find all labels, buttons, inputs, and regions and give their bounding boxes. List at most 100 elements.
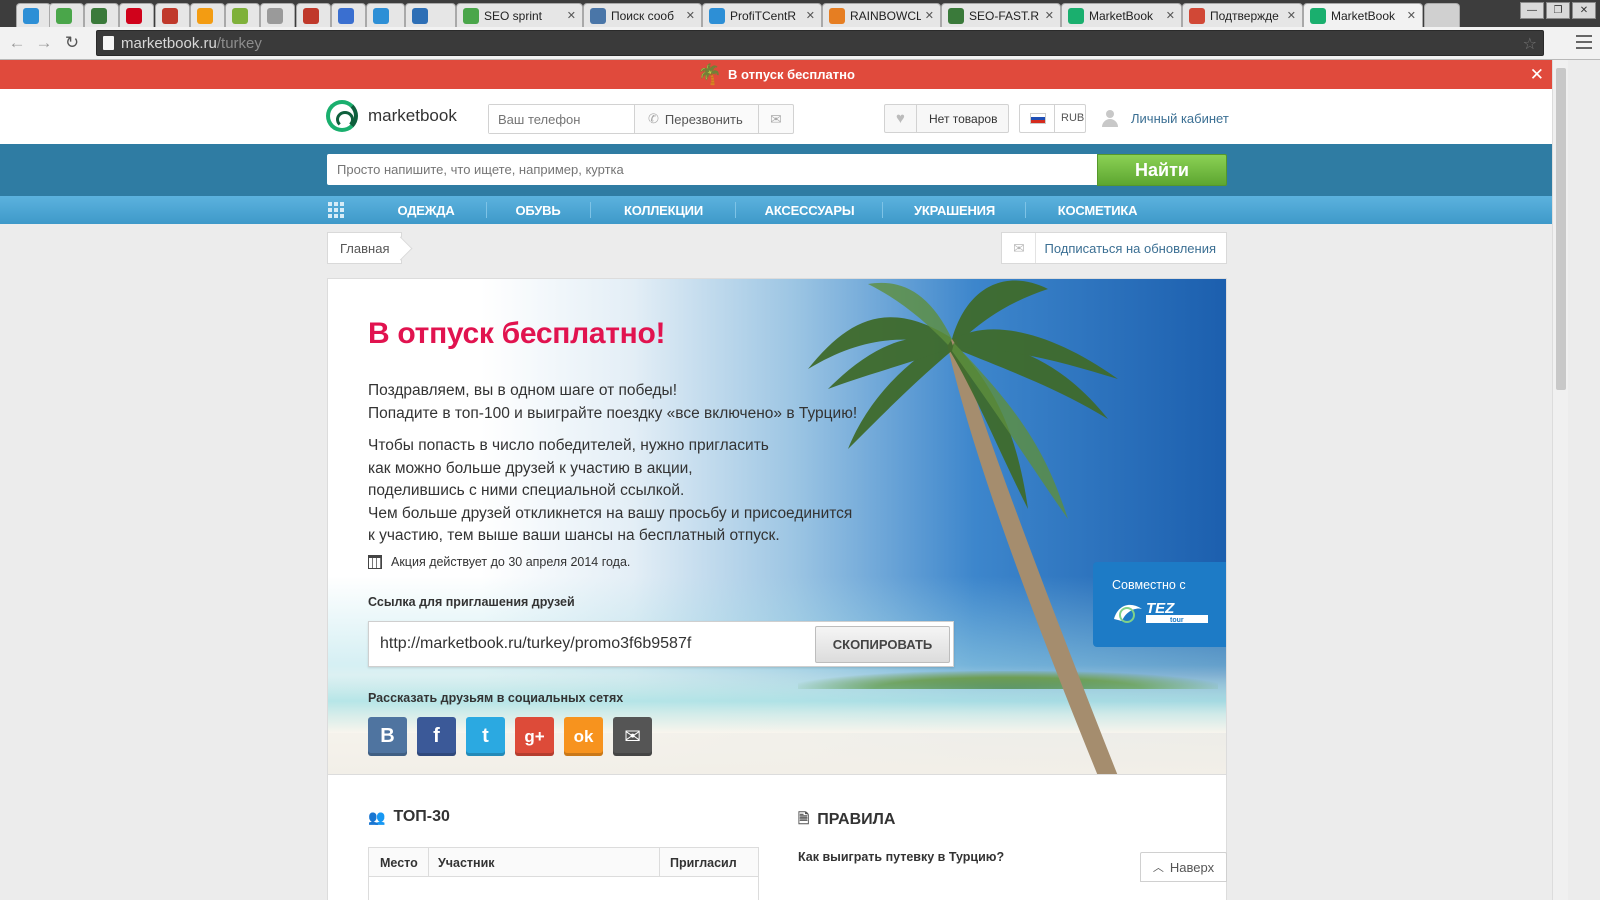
russia-flag-icon [1030,113,1046,124]
close-tab-icon[interactable]: ✕ [1166,9,1175,22]
browser-tab[interactable] [49,3,84,27]
invite-link-label: Ссылка для приглашения друзей [368,595,575,609]
invite-link-input[interactable] [369,622,813,666]
browser-tab[interactable] [190,3,225,27]
category-item[interactable]: КОСМЕТИКА [1027,196,1168,224]
category-item[interactable]: ОДЕЖДА [366,196,486,224]
minimize-button[interactable]: — [1520,2,1544,19]
promo-banner[interactable]: 🌴 В отпуск бесплатно ✕ [0,60,1552,89]
top30-title: ТОП-30 [393,808,450,825]
calendar-icon [368,555,382,569]
scroll-to-top-button[interactable]: ︿ Наверх [1140,852,1227,882]
close-tab-icon[interactable]: ✕ [1287,9,1296,22]
browser-tab[interactable] [84,3,119,27]
maximize-button[interactable]: ❐ [1546,2,1570,19]
browser-tab[interactable] [405,3,456,27]
contest-details: 👥 ТОП-30 Место Участник Пригласил 🗎 ПРАВ… [327,775,1227,900]
user-icon [1102,110,1118,127]
close-tab-icon[interactable]: ✕ [1045,9,1054,22]
palm-tree-icon: 🌴 [697,63,722,86]
wishlist-button[interactable]: ♥ Нет товаров [884,104,1009,133]
vk-icon[interactable]: B [368,717,407,756]
dollar-s-icon [56,7,72,24]
browser-tab[interactable]: MarketBook ✕ [1303,3,1423,27]
page-scrollbar[interactable] [1552,60,1568,900]
mail-icon[interactable]: ✉ [759,105,793,133]
category-item[interactable]: ОБУВЬ [486,196,590,224]
forward-icon[interactable]: → [33,32,55,54]
browser-tab[interactable] [225,3,260,27]
rules-heading: 🗎 ПРАВИЛА [798,808,895,832]
browser-tab[interactable]: MarketBook ✕ [1061,3,1182,27]
close-tab-icon[interactable]: ✕ [1407,9,1416,22]
browser-tab[interactable] [366,3,405,27]
browser-tab[interactable] [331,3,366,27]
reload-icon[interactable]: ↻ [61,32,83,54]
browser-tab[interactable] [155,3,190,27]
window-controls: — ❐ ✕ [1520,2,1596,19]
browser-tab[interactable] [16,3,51,27]
search-input[interactable] [327,154,1097,185]
category-divider [590,202,591,218]
rainbow-icon [829,7,845,24]
marketbook-icon [1068,7,1084,24]
category-item[interactable]: УКРАШЕНИЯ [884,196,1025,224]
close-tab-icon[interactable]: ✕ [925,9,934,22]
category-item[interactable]: АКСЕССУАРЫ [737,196,882,224]
odnoklassniki-icon[interactable]: ok [564,717,603,756]
tez-tour-logo-icon: TEZ tour [1114,600,1208,624]
column-participant[interactable]: Участник [438,848,495,877]
twitter-icon[interactable]: t [466,717,505,756]
search-button[interactable]: Найти [1097,154,1227,186]
grid-menu-icon[interactable] [328,202,344,218]
window-edge [1568,60,1600,900]
browser-tab[interactable] [119,3,154,27]
close-tab-icon[interactable]: ✕ [806,9,815,22]
site-logo[interactable]: marketbook [326,100,457,132]
hero-intro: Поздравляем, вы в одном шаге от победы! … [368,380,857,425]
browser-tab[interactable]: SEO sprint ✕ [456,3,583,27]
column-invited[interactable]: Пригласил [670,848,737,877]
marketbook-icon [1310,7,1326,24]
breadcrumb-home[interactable]: Главная [327,232,403,264]
browser-tab[interactable]: SEO-FAST.R ✕ [941,3,1061,27]
partner-badge[interactable]: Совместно с TEZ tour [1093,562,1226,647]
table-header-row: Место Участник Пригласил [369,848,758,877]
close-window-button[interactable]: ✕ [1572,2,1596,19]
google-plus-icon[interactable]: g+ [515,717,554,756]
breadcrumb: Главная ✉ Подписаться на обновления [327,232,1227,264]
browser-tab[interactable] [260,3,295,27]
browser-tab[interactable]: Поиск сооб ✕ [583,3,702,27]
column-divider [659,848,660,877]
callback-button[interactable]: ✆ Перезвонить [635,105,759,133]
bookmark-star-icon[interactable]: ☆ [1523,34,1537,54]
social-share-buttons: Bf t g+ ok ✉ [368,717,652,756]
phone-input[interactable] [489,105,635,133]
close-icon[interactable]: ✕ [1530,65,1544,85]
category-item[interactable]: КОЛЛЕКЦИИ [592,196,735,224]
close-tab-icon[interactable]: ✕ [686,9,695,22]
browser-tab[interactable]: ProfiTCentR ✕ [702,3,822,27]
sf-icon [91,7,107,24]
browser-menu-icon[interactable] [1576,33,1592,51]
browser-tab[interactable]: Подтвержде ✕ [1182,3,1303,27]
page-viewport: 🌴 В отпуск бесплатно ✕ marketbook ✆ Пере… [0,60,1552,900]
scrollbar-thumb[interactable] [1556,68,1566,390]
account-link[interactable]: Личный кабинет [1102,110,1229,127]
currency-selector[interactable]: RUB [1019,104,1086,133]
hero-description-line: к участию, тем выше ваши шансы на беспла… [368,527,780,544]
address-bar[interactable]: marketbook.ru/turkey ☆ [96,30,1544,56]
copy-button[interactable]: СКОПИРОВАТЬ [815,626,950,663]
facebook-icon[interactable]: f [417,717,456,756]
email-icon[interactable]: ✉ [613,717,652,756]
category-divider [882,202,883,218]
new-tab-button[interactable] [1424,3,1460,27]
close-tab-icon[interactable]: ✕ [567,9,576,22]
browser-tab[interactable] [296,3,331,27]
subscribe-button[interactable]: ✉ Подписаться на обновления [1001,232,1227,264]
svg-text:TEZ: TEZ [1146,600,1175,617]
users-icon: 👥 [368,808,386,825]
browser-tab[interactable]: RAINBOWCL ✕ [822,3,941,27]
back-icon[interactable]: ← [6,32,28,54]
column-place[interactable]: Место [380,848,418,877]
